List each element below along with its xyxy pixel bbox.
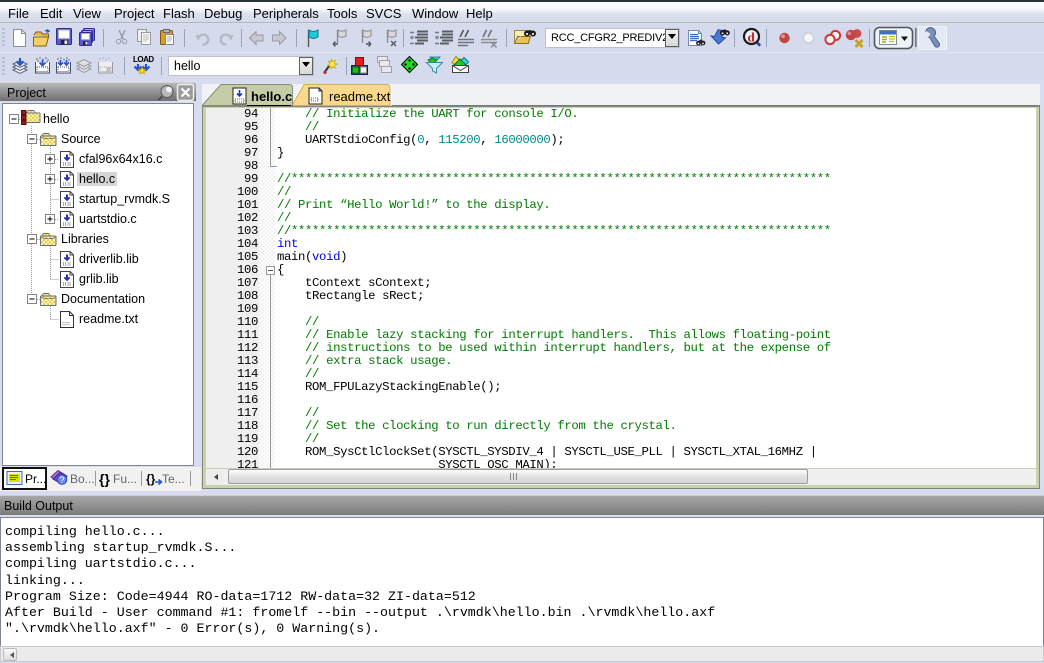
svg-text:?: ? [60, 475, 65, 485]
svg-text:{}: {} [146, 472, 156, 486]
svg-text:d: d [748, 30, 756, 45]
svg-text:{}: {} [99, 471, 110, 487]
svg-text:LOAD: LOAD [133, 55, 154, 64]
